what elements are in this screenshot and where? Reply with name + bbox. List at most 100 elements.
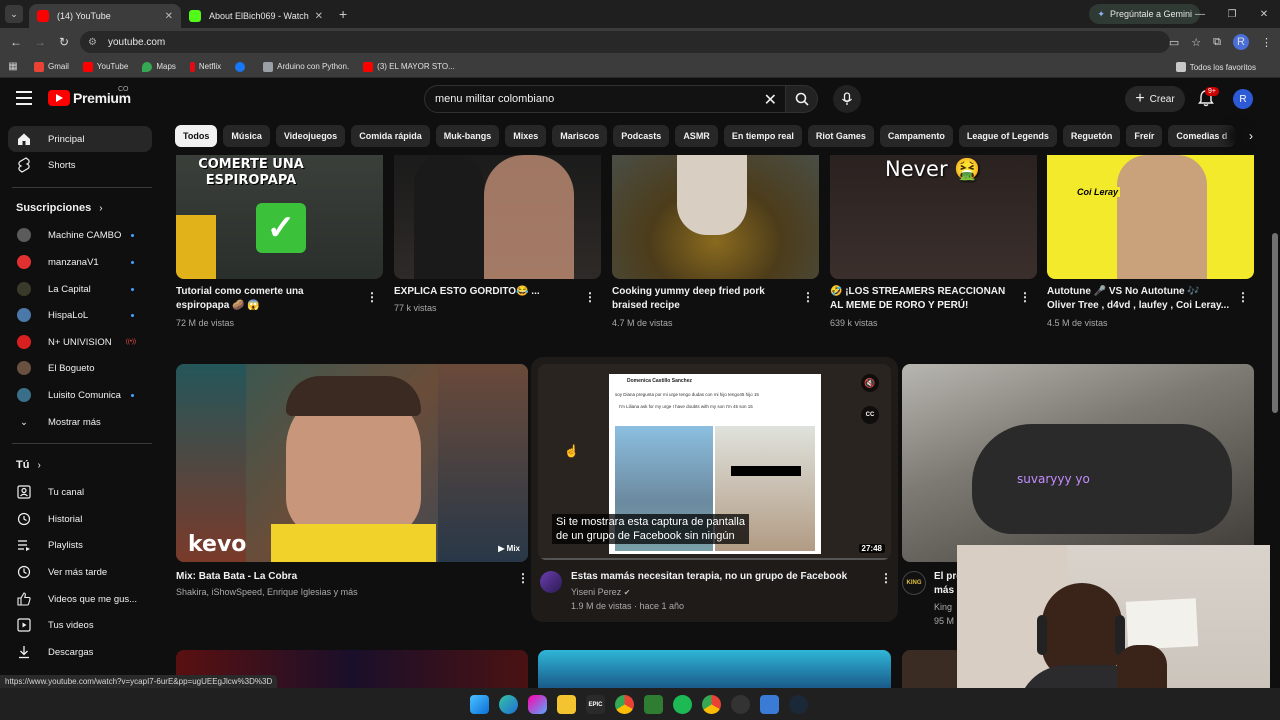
omnibox[interactable]: ⚙ youtube.com [80,31,1170,53]
show-more-button[interactable]: ⌄ Mostrar más [8,409,152,435]
chip[interactable]: Mariscos [552,125,608,147]
more-actions-icon[interactable]: ⋮ [1019,290,1031,304]
captions-icon[interactable]: CC [861,406,879,424]
page-scrollbar[interactable] [1270,78,1280,688]
video-thumbnail[interactable]: COMERTE UNA ESPIROPAPA ✓ [176,155,383,279]
sidebar-item-channel[interactable]: manzanaV1 [8,249,152,275]
video-title[interactable]: Estas mamás necesitan terapia, no un gru… [571,570,847,584]
video-thumbnail[interactable] [538,650,891,688]
cast-icon[interactable]: ▭ [1169,36,1179,49]
more-actions-icon[interactable]: ⋮ [517,571,529,585]
you-heading[interactable]: Tú › [16,459,41,471]
back-icon[interactable]: ← [4,35,28,49]
sidebar-item-principal[interactable]: Principal [8,126,152,152]
chrome-profile-icon[interactable] [702,695,721,714]
chip[interactable]: Comida rápida [351,125,430,147]
chip[interactable]: Reguetón [1062,125,1121,147]
bookmark-facebook[interactable] [235,61,249,72]
video-thumbnail[interactable] [612,155,819,279]
app-icon[interactable] [760,695,779,714]
chip[interactable]: Riot Games [807,125,874,147]
create-button[interactable]: + Crear [1125,86,1185,112]
app-icon[interactable] [644,695,663,714]
voice-search-button[interactable] [833,85,861,113]
tab-search-icon[interactable]: ⌄ [5,5,23,23]
chip[interactable]: En tiempo real [723,125,802,147]
browser-profile-avatar[interactable]: R [1233,34,1249,50]
epic-games-icon[interactable]: EPIC [586,695,605,714]
chip[interactable]: Videojuegos [275,125,346,147]
channel-avatar[interactable] [540,571,562,593]
sidebar-item-channel[interactable]: Machine CAMBO [8,222,152,248]
steam-icon[interactable] [789,695,808,714]
bookmark-el-mayor[interactable]: (3) EL MAYOR STO... [363,61,455,72]
more-actions-icon[interactable]: ⋮ [584,290,596,304]
search-button[interactable] [786,85,818,113]
more-actions-icon[interactable]: ⋮ [366,290,378,304]
chip[interactable]: Mixes [505,125,547,147]
progress-track[interactable] [538,558,891,560]
chip[interactable]: Podcasts [613,125,670,147]
bookmark-star-icon[interactable]: ☆ [1191,36,1201,49]
video-title[interactable]: Autotune 🎤 VS No Autotune 🎶 Oliver Tree ,… [1047,285,1237,313]
search-input[interactable]: menu militar colombiano ✕ [424,85,786,113]
chip[interactable]: Muk-bangs [435,125,500,147]
minimize-icon[interactable]: — [1184,9,1216,20]
video-thumbnail[interactable]: Never 🤮 [830,155,1037,279]
video-thumbnail[interactable]: suvaryyy yo [902,364,1254,562]
mix-thumbnail[interactable]: kevo ▶ Mix [176,364,528,562]
chip[interactable]: League of Legends [958,125,1057,147]
obs-icon[interactable] [731,695,750,714]
windows-start-icon[interactable] [470,695,489,714]
tab-kick[interactable]: About ElBich069 - Watch Live o ✕ [181,4,331,28]
close-tab-icon[interactable]: ✕ [315,11,323,22]
chrome-icon[interactable] [615,695,634,714]
video-title[interactable]: Mix: Bata Bata - La Cobra [176,570,297,584]
all-bookmarks[interactable]: Todos los favoritos [1175,56,1256,78]
sidebar-item-watch-later[interactable]: Ver más tarde [8,559,152,585]
sidebar-item-downloads[interactable]: Descargas [8,639,152,665]
video-title[interactable]: EXPLICA ESTO GORDITO😂 ... [394,285,579,299]
video-title[interactable]: Cooking yummy deep fried pork braised rec… [612,285,797,313]
channel-name[interactable]: King [934,600,952,614]
more-actions-icon[interactable]: ⋮ [880,571,892,585]
close-tab-icon[interactable]: ✕ [165,11,173,22]
video-title[interactable]: 🤣 ¡LOS STREAMERS REACCIONAN AL MEME DE RO… [830,285,1020,313]
browser-menu-icon[interactable]: ⋮ [1261,36,1272,49]
inline-preview-player[interactable]: Domenica Castillo Sanchez soy Diana preg… [538,364,891,560]
chip[interactable]: ASMR [675,125,718,147]
chip[interactable]: Freír [1126,125,1163,147]
sidebar-item-history[interactable]: Historial [8,506,152,532]
bookmark-gmail[interactable]: Gmail [34,61,69,72]
channel-name[interactable]: Yiseni Perez ✔ [571,585,630,600]
more-actions-icon[interactable]: ⋮ [1237,290,1249,304]
scrollbar-thumb[interactable] [1272,233,1278,413]
bookmark-youtube[interactable]: YouTube [82,61,128,72]
sidebar-item-shorts[interactable]: Shorts [8,152,152,178]
apps-grid-icon[interactable]: ▦ [0,61,26,72]
sidebar-item-channel[interactable]: El Bogueto [8,355,152,381]
youtube-premium-logo[interactable]: Premium CO [48,86,131,106]
bookmark-maps[interactable]: Maps [142,61,176,72]
sidebar-item-your-channel[interactable]: Tu canal [8,479,152,505]
tab-youtube[interactable]: (14) YouTube ✕ [29,4,181,28]
new-tab-icon[interactable]: + [339,6,347,22]
file-explorer-icon[interactable] [557,695,576,714]
video-thumbnail[interactable] [394,155,601,279]
clear-search-icon[interactable]: ✕ [764,90,777,110]
sidebar-item-your-videos[interactable]: Tus videos [8,612,152,638]
chip-todos[interactable]: Todos [175,125,218,147]
account-avatar[interactable]: R [1233,89,1253,109]
subscriptions-heading[interactable]: Suscripciones › [16,202,103,214]
sidebar-item-channel[interactable]: HispaLoL [8,302,152,328]
sidebar-item-channel[interactable]: N+ UNIVISION ((•)) [8,329,152,355]
reload-icon[interactable]: ↻ [52,35,76,49]
bookmark-arduino[interactable]: Arduino con Python. [263,61,349,72]
chip[interactable]: Música [223,125,270,147]
more-actions-icon[interactable]: ⋮ [802,290,814,304]
channel-avatar[interactable]: KING [902,571,926,595]
chip[interactable]: Campamento [879,125,953,147]
video-title[interactable]: Tutorial como comerte una espiropapa 🥔 😱 [176,285,361,313]
close-window-icon[interactable]: ✕ [1248,9,1280,20]
edge-icon[interactable] [499,695,518,714]
